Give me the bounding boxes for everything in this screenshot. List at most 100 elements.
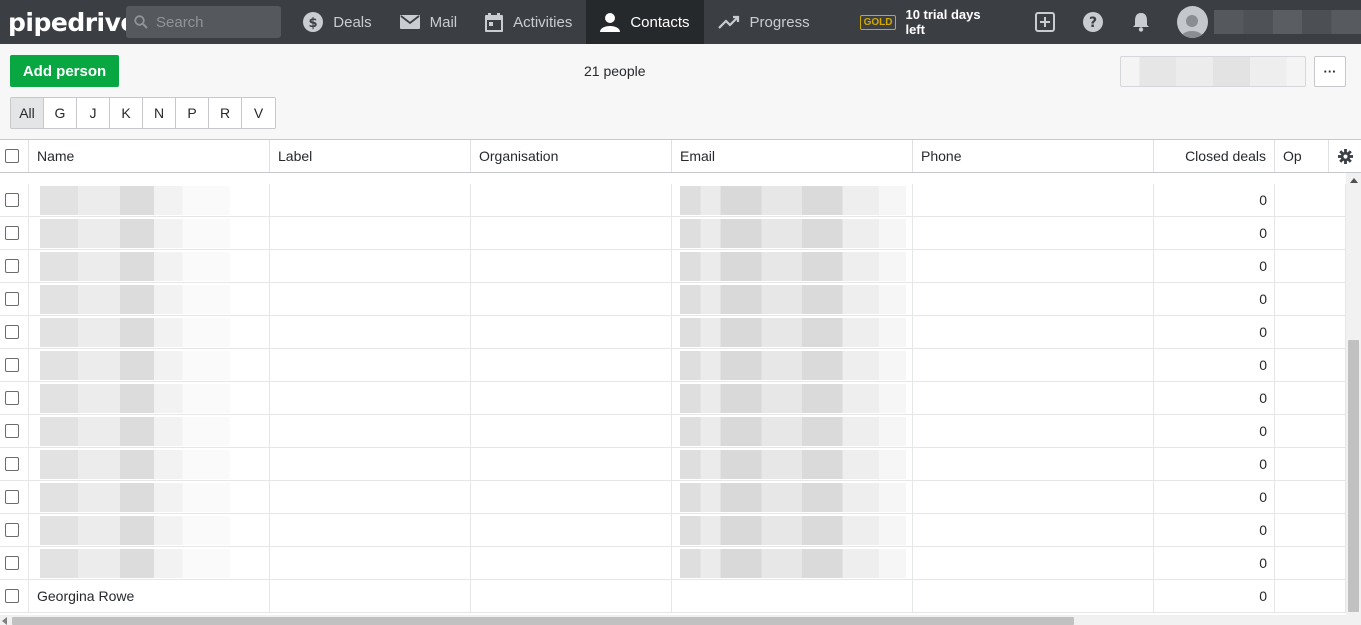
organisation-cell: [471, 382, 672, 415]
search-box[interactable]: [126, 6, 282, 38]
column-header-phone[interactable]: Phone: [913, 140, 1154, 172]
alphabet-filter: All G J K N P R V: [10, 97, 276, 129]
email-redacted[interactable]: [680, 318, 906, 347]
filter-selector-redacted[interactable]: [1120, 56, 1306, 87]
person-name-redacted[interactable]: [40, 351, 230, 380]
table-row[interactable]: 0: [0, 283, 1346, 316]
email-redacted[interactable]: [680, 351, 906, 380]
nav-contacts[interactable]: Contacts: [586, 0, 704, 44]
person-name-redacted[interactable]: [40, 285, 230, 314]
nav-mail[interactable]: Mail: [386, 0, 472, 44]
alpha-filter-n[interactable]: N: [143, 98, 176, 128]
column-header-name[interactable]: Name: [29, 140, 270, 172]
alpha-filter-v[interactable]: V: [242, 98, 275, 128]
column-header-open-deals[interactable]: Op: [1275, 140, 1329, 172]
scroll-up-arrow[interactable]: [1350, 178, 1358, 183]
alpha-filter-j[interactable]: J: [77, 98, 110, 128]
column-header-email[interactable]: Email: [672, 140, 913, 172]
table-row[interactable]: 0: [0, 481, 1346, 514]
row-checkbox[interactable]: [5, 424, 19, 438]
more-actions-button[interactable]: ···: [1314, 56, 1346, 87]
person-name-redacted[interactable]: [40, 384, 230, 413]
email-redacted[interactable]: [680, 549, 906, 578]
alpha-filter-all[interactable]: All: [11, 98, 44, 128]
open-deals-cell: [1275, 547, 1346, 580]
column-header-closed-deals[interactable]: Closed deals: [1154, 140, 1275, 172]
organisation-cell: [471, 448, 672, 481]
horizontal-scrollbar[interactable]: [0, 615, 1346, 625]
nav-deals[interactable]: $ Deals: [289, 0, 385, 44]
row-checkbox[interactable]: [5, 391, 19, 405]
row-checkbox[interactable]: [5, 457, 19, 471]
person-name-redacted[interactable]: [40, 252, 230, 281]
table-row[interactable]: 0: [0, 547, 1346, 580]
email-redacted[interactable]: [680, 450, 906, 479]
phone-cell: [913, 481, 1154, 514]
column-header-label[interactable]: Label: [270, 140, 471, 172]
table-row[interactable]: 0: [0, 514, 1346, 547]
email-redacted[interactable]: [680, 219, 906, 248]
row-checkbox[interactable]: [5, 325, 19, 339]
table-row[interactable]: 0: [0, 382, 1346, 415]
person-name-redacted[interactable]: [40, 186, 230, 215]
horizontal-scroll-thumb[interactable]: [12, 617, 1074, 625]
phone-cell: [913, 448, 1154, 481]
person-name-redacted[interactable]: [40, 318, 230, 347]
pipedrive-logo[interactable]: pipedrive: [0, 8, 137, 37]
notifications-button[interactable]: [1117, 12, 1165, 32]
alpha-filter-p[interactable]: P: [176, 98, 209, 128]
vertical-scrollbar[interactable]: [1346, 173, 1361, 625]
row-checkbox[interactable]: [5, 226, 19, 240]
plan-badge[interactable]: GOLD: [859, 14, 897, 30]
table-row[interactable]: Georgina Rowe 0: [0, 580, 1346, 613]
column-header-organisation[interactable]: Organisation: [471, 140, 672, 172]
person-name-redacted[interactable]: [40, 219, 230, 248]
scroll-left-arrow[interactable]: [2, 617, 7, 625]
email-redacted[interactable]: [680, 516, 906, 545]
email-redacted[interactable]: [680, 186, 906, 215]
user-avatar[interactable]: [1176, 6, 1208, 38]
add-person-button[interactable]: Add person: [10, 55, 119, 87]
email-redacted[interactable]: [680, 384, 906, 413]
alpha-filter-g[interactable]: G: [44, 98, 77, 128]
nav-activities[interactable]: Activities: [471, 0, 586, 44]
row-checkbox[interactable]: [5, 358, 19, 372]
person-name-redacted[interactable]: [40, 549, 230, 578]
row-checkbox[interactable]: [5, 556, 19, 570]
table-row[interactable]: 0: [0, 316, 1346, 349]
nav-progress[interactable]: Progress: [704, 0, 824, 44]
person-name-link[interactable]: Georgina Rowe: [0, 580, 270, 613]
organisation-cell: [471, 184, 672, 217]
alpha-filter-r[interactable]: R: [209, 98, 242, 128]
row-checkbox[interactable]: [5, 523, 19, 537]
row-checkbox[interactable]: [5, 193, 19, 207]
email-redacted[interactable]: [680, 417, 906, 446]
table-row[interactable]: 0: [0, 415, 1346, 448]
open-deals-cell: [1275, 481, 1346, 514]
email-redacted[interactable]: [680, 285, 906, 314]
person-name-redacted[interactable]: [40, 450, 230, 479]
closed-deals-value: 0: [1259, 192, 1267, 208]
row-checkbox[interactable]: [5, 259, 19, 273]
person-name-redacted[interactable]: [40, 516, 230, 545]
alpha-filter-k[interactable]: K: [110, 98, 143, 128]
table-row[interactable]: 0: [0, 448, 1346, 481]
help-button[interactable]: ?: [1069, 12, 1117, 32]
email-redacted[interactable]: [680, 483, 906, 512]
row-checkbox[interactable]: [5, 490, 19, 504]
vertical-scroll-thumb[interactable]: [1348, 340, 1359, 612]
phone-cell: [913, 580, 1154, 613]
table-row[interactable]: 0: [0, 217, 1346, 250]
person-name-redacted[interactable]: [40, 417, 230, 446]
email-redacted[interactable]: [680, 252, 906, 281]
table-row[interactable]: 0: [0, 250, 1346, 283]
user-name-redacted[interactable]: [1213, 10, 1361, 34]
trial-days-text[interactable]: 10 trial days left: [905, 7, 1000, 37]
column-settings-button[interactable]: [1329, 140, 1361, 172]
quick-add-button[interactable]: [1021, 11, 1069, 33]
table-row[interactable]: 0: [0, 184, 1346, 217]
person-name-redacted[interactable]: [40, 483, 230, 512]
table-row[interactable]: 0: [0, 349, 1346, 382]
row-checkbox[interactable]: [5, 292, 19, 306]
search-input[interactable]: [156, 13, 276, 31]
